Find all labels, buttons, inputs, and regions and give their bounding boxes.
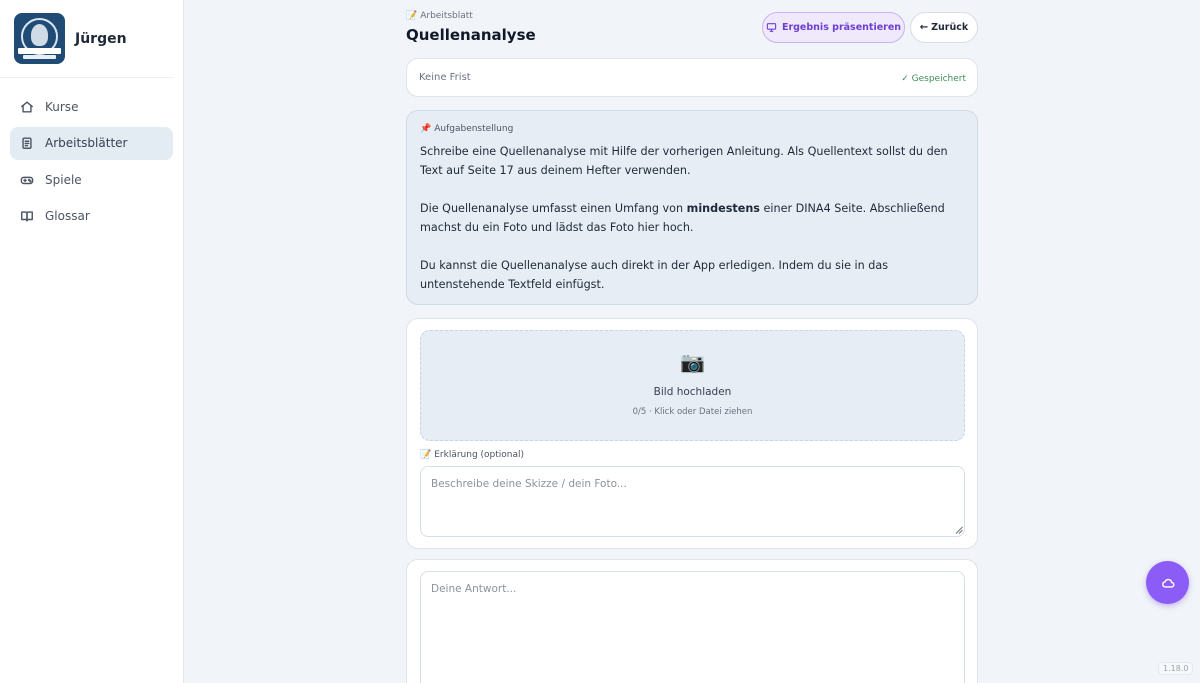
answer-card [406,559,978,683]
user-name: Jürgen [75,30,127,47]
profile-header: Jürgen [0,0,174,78]
sidebar-item-arbeitsblaetter[interactable]: Arbeitsblätter [10,126,173,160]
present-result-button[interactable]: Ergebnis präsentieren [762,12,905,43]
memo-icon: 📝 [420,450,432,460]
home-icon [21,100,33,113]
sidebar-item-label: Glossar [45,209,90,223]
sidebar-nav: Kurse Arbeitsblätter Spiele Glossar [0,78,183,233]
task-paragraph: Du kannst die Quellenanalyse auch direkt… [420,259,889,291]
gamepad-icon [20,176,34,184]
sidebar-item-label: Spiele [45,172,82,187]
memo-icon: 📝 [406,11,418,21]
sidebar: Jürgen Kurse Arbeitsblätter Spiele Gloss… [0,0,184,683]
saved-status: ✓ Gespeichert [901,74,966,84]
page-title: Quellenanalyse [406,26,536,44]
task-label-text: Aufgabenstellung [434,124,514,134]
upload-hint: 0/5 · Klick oder Datei ziehen [632,407,753,417]
explanation-label: 📝 Erklärung (optional) [420,450,524,460]
task-paragraph: Schreibe eine Quellenanalyse mit Hilfe d… [420,145,948,177]
pushpin-icon: 📌 [420,124,432,134]
task-description: Schreibe eine Quellenanalyse mit Hilfe d… [420,142,965,313]
upload-title: Bild hochladen [653,386,732,398]
resize-grip-icon[interactable] [954,525,963,534]
sidebar-item-glossar[interactable]: Glossar [10,200,173,233]
breadcrumb-label: Arbeitsblatt [420,11,473,21]
school-logo [14,13,65,64]
task-paragraph: Die Quellenanalyse umfasst einen Umfang … [420,199,965,237]
present-result-label: Ergebnis präsentieren [781,22,902,33]
back-button[interactable]: ← Zurück [910,12,978,43]
monitor-icon [766,23,777,32]
explanation-textarea[interactable] [420,466,965,537]
upload-card: 📷 Bild hochladen 0/5 · Klick oder Datei … [406,318,978,549]
task-text: Die Quellenanalyse umfasst einen Umfang … [420,202,687,215]
cloud-icon [1161,578,1175,588]
answer-textarea[interactable] [420,571,965,683]
book-icon [21,211,33,222]
cloud-sync-button[interactable] [1146,561,1189,604]
version-badge: 1.18.0 [1158,662,1194,675]
sidebar-item-kurse[interactable]: Kurse [10,90,173,123]
task-emphasis: mindestens [686,202,760,215]
image-dropzone[interactable]: 📷 Bild hochladen 0/5 · Klick oder Datei … [420,330,965,441]
deadline-card: Keine Frist ✓ Gespeichert [406,58,978,97]
sidebar-item-spiele[interactable]: Spiele [10,163,173,196]
deadline-text: Keine Frist [419,72,471,83]
task-label: 📌 Aufgabenstellung [420,124,513,134]
clipboard-icon [22,137,32,149]
arrow-left-icon: ← [919,22,929,33]
back-label: Zurück [931,22,969,33]
task-card: 📌 Aufgabenstellung Schreibe eine Quellen… [406,110,978,305]
camera-icon: 📷 [680,350,705,374]
explanation-label-text: Erklärung (optional) [434,450,525,460]
sidebar-item-label: Kurse [45,99,79,114]
sidebar-item-label: Arbeitsblätter [45,136,128,150]
breadcrumb: 📝 Arbeitsblatt [406,11,473,21]
